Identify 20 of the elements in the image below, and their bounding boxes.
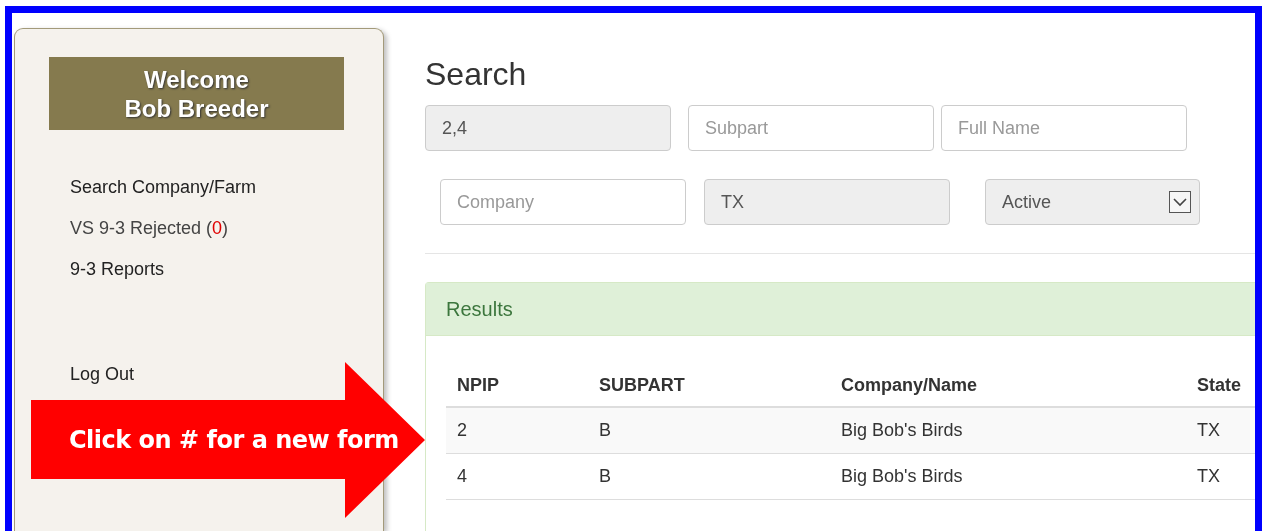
table-cell: Big Bob's Birds xyxy=(830,407,1186,454)
table-cell: B xyxy=(588,407,830,454)
caret-icon xyxy=(1169,191,1191,213)
welcome-banner: Welcome Bob Breeder xyxy=(49,57,344,130)
sidebar-link[interactable]: 9-3 Reports xyxy=(70,258,165,281)
input-field[interactable]: Subpart xyxy=(688,105,934,151)
table-cell: TX xyxy=(1186,453,1255,500)
page-title: Search xyxy=(425,57,528,91)
table-cell: Big Bob's Birds xyxy=(830,453,1186,500)
sidebar-link[interactable]: Search Company/Farm xyxy=(70,176,257,199)
input-field[interactable]: Company xyxy=(440,179,686,225)
npip-link[interactable]: 2 xyxy=(446,407,588,454)
table-cell: B xyxy=(588,453,830,500)
table-cell: TX xyxy=(1186,407,1255,454)
input-field[interactable]: Full Name xyxy=(941,105,1187,151)
logout-link[interactable]: Log Out xyxy=(70,363,135,386)
npip-link[interactable]: 4 xyxy=(446,453,588,500)
panel-title: Results xyxy=(426,283,1255,336)
sidebar-link[interactable]: VS 9-3 Rejected (0) xyxy=(70,217,229,240)
callout-text: Click on # for a new form xyxy=(69,426,399,454)
